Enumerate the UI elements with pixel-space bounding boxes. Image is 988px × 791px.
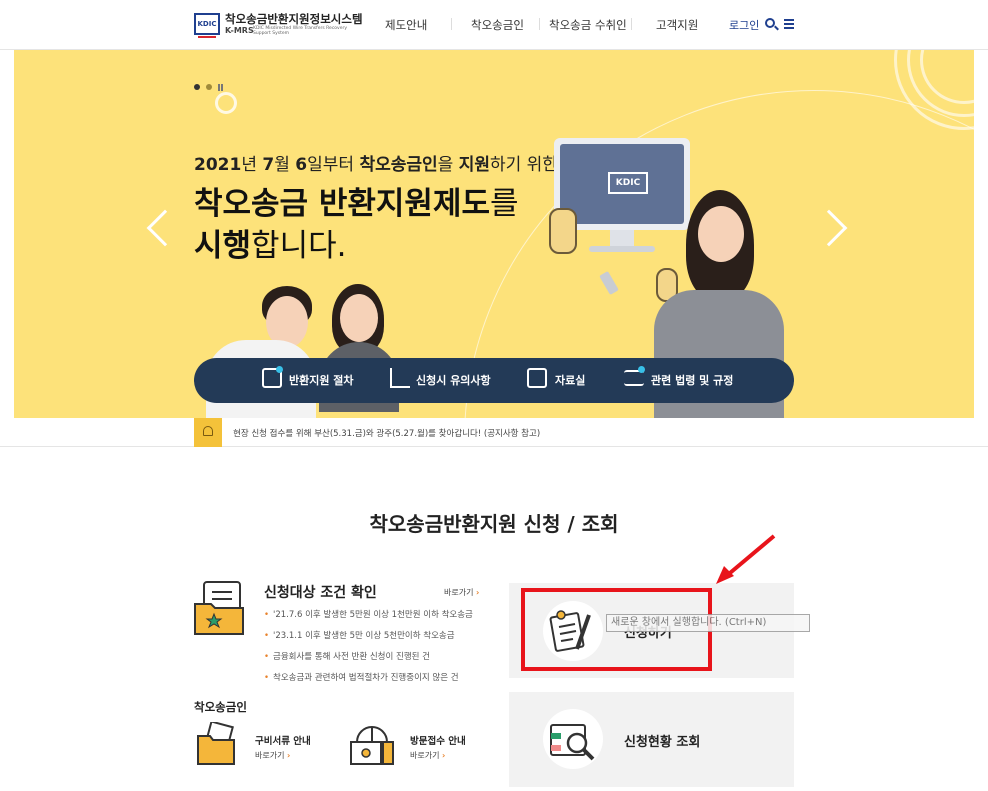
mascot-character (549, 208, 577, 254)
nav-item-system-guide[interactable]: 제도안내 (385, 17, 427, 33)
search-icon[interactable] (765, 18, 775, 28)
required-docs-label[interactable]: 구비서류 안내 (255, 733, 311, 747)
conditions-more-link[interactable]: 바로가기 › (444, 587, 479, 598)
login-link[interactable]: 로그인 (729, 17, 759, 33)
more-link-label: 바로가기 (410, 751, 440, 760)
condition-text: '21.7.6 이후 발생한 5만원 이상 1천만원 이하 착오송금 (273, 610, 473, 620)
nav-divider (451, 18, 452, 30)
hero-text: 을 (437, 155, 459, 175)
section-title: 착오송금반환지원 신청 / 조회 (369, 512, 619, 536)
chevron-right-icon: › (476, 588, 480, 597)
sender-subtitle: 착오송금인 (194, 700, 247, 714)
list-item: • 착오송금과 관련하여 법적절차가 진행중이지 않은 건 (264, 673, 459, 683)
quick-links-bar: 반환지원 절차 신청시 유의사항 자료실 관련 법령 및 규정 (194, 358, 794, 403)
site-logo[interactable]: KDIC 착오송금반환지원정보시스템 K-MRS KDIC Misdirecte… (194, 10, 364, 40)
logo-title: 착오송금반환지원정보시스템 (225, 12, 363, 26)
nav-item-recipient[interactable]: 착오송금 수취인 (549, 17, 627, 33)
nav-item-sender[interactable]: 착오송금인 (471, 17, 524, 33)
condition-text: 착오송금과 관련하여 법적절차가 진행중이지 않은 건 (273, 673, 459, 683)
status-inquiry-label: 신청현황 조회 (624, 735, 701, 750)
conditions-title: 신청대상 조건 확인 (264, 585, 377, 601)
hero-keyword-sender: 착오송금인 (359, 155, 438, 175)
hero-headline: 착오송금 반환지원제도를 (194, 178, 519, 223)
monitor-base (589, 246, 655, 252)
hero-headline-thin: 합니다. (251, 228, 347, 264)
hero-headline-thin: 를 (490, 186, 519, 222)
more-link-label: 바로가기 (255, 751, 285, 760)
more-link-label: 바로가기 (444, 588, 474, 597)
logo-subtitle-desc: KDIC Misdirected Wire Transfers Recovery… (253, 26, 347, 36)
site-header: KDIC 착오송금반환지원정보시스템 K-MRS KDIC Misdirecte… (0, 0, 988, 50)
quick-link-procedure[interactable]: 반환지원 절차 (289, 372, 354, 388)
monitor-kdic-logo: KDIC (608, 172, 648, 194)
condition-text: '23.1.1 이후 발생한 5만 이상 5천만이하 착오송금 (273, 631, 455, 641)
hero-text: 하기 위한 (489, 155, 558, 175)
hero-headline-bold: 시행 (194, 228, 252, 264)
visit-counter-icon (350, 726, 394, 765)
status-icon-bg (543, 709, 603, 769)
logo-subtitle: K-MRS (225, 26, 254, 35)
folder-icon (527, 368, 547, 388)
chevron-right-icon: › (287, 751, 291, 760)
prev-slide-arrow-icon[interactable] (146, 209, 184, 247)
notice-text[interactable]: 현장 신청 접수를 위해 부산(5.31.금)와 광주(5.27.월)를 찾아갑… (233, 427, 540, 439)
hero-text: 년 (241, 155, 263, 175)
list-icon-dot (638, 366, 645, 373)
search-document-icon (550, 724, 595, 761)
hero-day: 6 (295, 155, 308, 175)
nav-item-support[interactable]: 고객지원 (656, 17, 698, 33)
required-docs-more-link[interactable]: 바로가기 › (255, 750, 290, 761)
hero-text: 일부터 (307, 155, 360, 175)
quick-link-archive[interactable]: 자료실 (555, 372, 585, 388)
procedure-icon-dot (276, 366, 283, 373)
nav-divider (631, 18, 632, 30)
woman-face (698, 206, 744, 262)
decorative-ring (215, 92, 237, 114)
bell-icon (203, 426, 213, 436)
quick-link-notes[interactable]: 신청시 유의사항 (416, 372, 491, 388)
monitor-screen: KDIC (560, 144, 684, 224)
woman2-face (340, 294, 378, 342)
nav-divider (539, 18, 540, 30)
list-item: • '21.7.6 이후 발생한 5만원 이상 1천만원 이하 착오송금 (264, 610, 473, 620)
chevron-right-icon: › (442, 751, 446, 760)
visit-reception-more-link[interactable]: 바로가기 › (410, 750, 445, 761)
conditions-list: • '21.7.6 이후 발생한 5만원 이상 1천만원 이하 착오송금 • '23… (264, 608, 473, 692)
hero-text: 월 (274, 155, 296, 175)
hero-month: 7 (262, 155, 275, 175)
slide-indicator (194, 75, 223, 94)
slide-dot-2[interactable] (206, 84, 212, 90)
list-item: • '23.1.1 이후 발생한 5만 이상 5천만이하 착오송금 (264, 631, 455, 641)
monitor-stand (610, 230, 634, 246)
hero-banner: 2021년 7월 6일부터 착오송금인을 지원하기 위한 착오송금 반환지원제도… (14, 50, 974, 418)
list-item: • 금융회사를 통해 사전 반환 신청이 진행된 건 (264, 652, 430, 662)
document-folder-icon (194, 581, 244, 635)
hero-subheadline: 2021년 7월 6일부터 착오송금인을 지원하기 위한 (194, 150, 558, 175)
quick-link-laws[interactable]: 관련 법령 및 규정 (651, 372, 733, 388)
hero-keyword-support: 지원 (458, 155, 490, 175)
hero-year: 2021 (194, 155, 242, 175)
notice-bar: 현장 신청 접수를 위해 부산(5.31.금)와 광주(5.27.월)를 찾아갑… (0, 418, 988, 447)
pause-icon[interactable] (218, 84, 223, 91)
hero-headline-bold: 착오송금 반환지원제도 (194, 186, 490, 222)
red-arrow-icon (716, 534, 776, 584)
documents-folder-icon (197, 722, 235, 765)
checklist-icon (390, 368, 410, 388)
hero-headline-2: 시행합니다. (194, 220, 346, 265)
status-inquiry-card[interactable]: 신청현황 조회 (509, 692, 794, 787)
slide-dot-1[interactable] (194, 84, 200, 90)
visit-reception-label[interactable]: 방문접수 안내 (410, 733, 466, 747)
tooltip: 새로운 창에서 실행합니다. (Ctrl+N) (606, 614, 810, 632)
hamburger-menu-icon[interactable] (784, 19, 794, 29)
notice-badge (194, 418, 222, 447)
kdic-logo-badge: KDIC (194, 13, 220, 38)
condition-text: 금융회사를 통해 사전 반환 신청이 진행된 건 (273, 652, 430, 662)
